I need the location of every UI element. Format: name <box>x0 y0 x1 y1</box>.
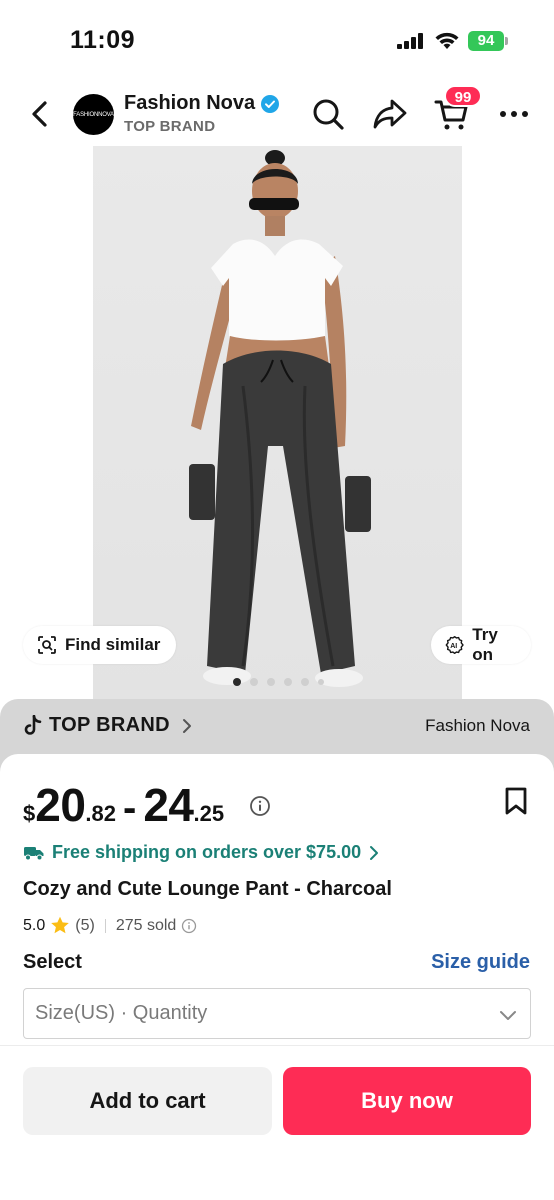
share-button[interactable] <box>370 94 410 134</box>
shipping-text: Free shipping on orders over $75.00 <box>52 842 362 862</box>
delivery-truck-icon <box>24 846 44 860</box>
image-pagination <box>0 678 554 686</box>
price-low-whole: 20 <box>35 779 86 831</box>
pagination-dot[interactable] <box>232 678 241 686</box>
status-bar: 11:09 94 <box>0 0 554 82</box>
chevron-right-icon <box>370 845 379 860</box>
price-range: $ 20 .82 - 24 .25 <box>23 778 224 832</box>
pagination-dot[interactable] <box>300 678 309 686</box>
chevron-down-icon <box>500 1011 516 1020</box>
status-time: 11:09 <box>70 26 136 54</box>
bookmark-icon[interactable] <box>503 786 529 816</box>
shop-name-row[interactable]: Fashion Nova <box>124 92 280 115</box>
model-photo <box>189 150 371 687</box>
buy-now-button[interactable]: Buy now <box>283 1067 531 1135</box>
size-guide-link[interactable]: Size guide <box>431 951 530 974</box>
cart-count-badge: 99 <box>444 85 482 107</box>
cellular-signal-icon <box>397 33 423 49</box>
divider <box>0 1045 554 1046</box>
shop-logo-text: FASHIONNOVA <box>73 111 114 118</box>
image-search-icon <box>38 636 56 654</box>
sold-count: 275 sold <box>115 916 177 934</box>
more-icon <box>500 111 528 117</box>
star-icon <box>51 916 70 934</box>
price-low-cents: .82 <box>85 801 117 826</box>
try-on-label: Try on <box>472 625 498 664</box>
shop-subtitle: TOP BRAND <box>124 118 216 135</box>
product-info-panel: $ 20 .82 - 24 .25 Free shipping on order… <box>0 754 554 1200</box>
select-label: Select <box>23 951 82 973</box>
product-title: Cozy and Cute Lounge Pant - Charcoal <box>23 878 392 900</box>
find-similar-button[interactable]: Find similar <box>23 626 176 664</box>
verified-badge-icon <box>261 94 280 113</box>
search-icon <box>313 99 344 130</box>
shop-name: Fashion Nova <box>124 92 256 114</box>
shipping-info[interactable]: Free shipping on orders over $75.00 <box>23 842 380 863</box>
price-info-icon[interactable] <box>249 795 271 817</box>
pagination-dot[interactable] <box>283 678 292 686</box>
more-button[interactable] <box>494 94 534 134</box>
back-button[interactable] <box>22 96 58 132</box>
rating-row[interactable]: 5.0 (5) 275 sold <box>23 916 197 935</box>
wifi-icon <box>435 32 459 49</box>
chevron-right-icon <box>182 718 191 733</box>
divider <box>104 918 106 933</box>
ai-try-on-icon: AI <box>445 635 464 655</box>
search-button[interactable] <box>308 94 348 134</box>
select-placeholder: Size(US) · Quantity <box>35 1002 208 1024</box>
pagination-dot[interactable] <box>249 678 258 686</box>
shop-header: FASHIONNOVA Fashion Nova TOP BRAND 99 <box>0 82 554 146</box>
tiktok-icon <box>24 714 42 735</box>
try-on-button[interactable]: AI Try on <box>431 625 531 664</box>
product-image[interactable] <box>93 146 462 699</box>
size-quantity-select[interactable]: Size(US) · Quantity <box>23 988 531 1039</box>
battery-icon: 94 <box>468 31 508 51</box>
share-icon <box>373 99 407 129</box>
top-brand-link[interactable]: TOP BRAND <box>23 714 194 737</box>
svg-text:AI: AI <box>450 643 457 650</box>
price-dash: - <box>123 786 137 830</box>
price-high-whole: 24 <box>143 779 194 831</box>
back-arrow-icon <box>32 101 47 127</box>
add-to-cart-button[interactable]: Add to cart <box>23 1067 272 1135</box>
review-count: (5) <box>75 916 95 934</box>
pagination-dot[interactable] <box>266 678 275 686</box>
price-currency: $ <box>23 801 36 826</box>
pagination-dot[interactable] <box>317 679 324 685</box>
top-brand-label: TOP BRAND <box>49 714 170 736</box>
find-similar-label: Find similar <box>65 635 161 654</box>
rating-value: 5.0 <box>23 916 46 934</box>
price-high-cents: .25 <box>193 801 225 826</box>
brand-shop-name: Fashion Nova <box>425 716 530 735</box>
battery-level: 94 <box>468 31 504 51</box>
sold-info-icon[interactable] <box>181 918 197 934</box>
shop-logo[interactable]: FASHIONNOVA <box>73 94 114 135</box>
